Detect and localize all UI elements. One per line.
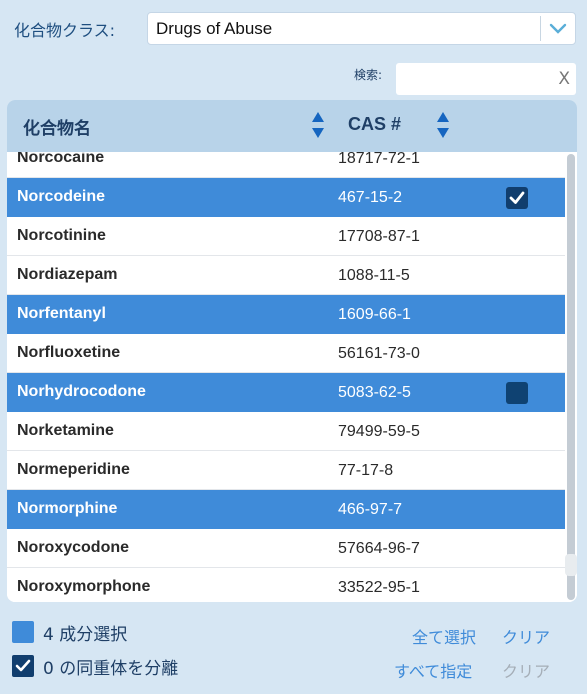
table-row[interactable]: Norfluoxetine 56161-73-0 — [7, 334, 565, 373]
isomers-separated-count: 0 の同重体を分離 — [43, 658, 179, 679]
compound-class-select[interactable]: Drugs of Abuse — [147, 12, 576, 45]
scrollbar-thumb[interactable] — [567, 154, 575, 600]
table-row[interactable]: Nordiazepam 1088-11-5 — [7, 256, 565, 295]
sort-icon[interactable] — [436, 111, 450, 139]
table-body: Norcocaine 18717-72-1 Norcodeine 467-15-… — [7, 152, 565, 602]
select-all-components-link[interactable]: 全て選択 — [412, 624, 476, 648]
vertical-scrollbar[interactable] — [565, 152, 577, 602]
table-row[interactable]: Noroxycodone 57664-96-7 — [7, 529, 565, 568]
compound-name: Normeperidine — [17, 461, 130, 478]
table-row[interactable]: Norcocaine 18717-72-1 — [7, 152, 565, 178]
search-box: X — [396, 63, 576, 95]
compound-name: Nordiazepam — [17, 266, 118, 283]
compound-name: Norfentanyl — [17, 305, 106, 322]
clear-isomers-link: クリア — [502, 662, 551, 681]
compound-name: Norketamine — [17, 422, 114, 439]
compound-class-value: Drugs of Abuse — [156, 18, 273, 38]
checkmark-icon[interactable] — [12, 655, 34, 677]
table-row[interactable]: Norcotinine 17708-87-1 — [7, 217, 565, 256]
cas-number: 1088-11-5 — [338, 267, 410, 284]
cas-number: 1609-66-1 — [338, 306, 411, 323]
table-row[interactable]: Noroxymorphone 33522-95-1 — [7, 568, 565, 602]
components-summary: 4 成分選択 — [12, 620, 128, 645]
compound-class-row: 化合物クラス: Drugs of Abuse — [14, 12, 576, 45]
components-selected-count: 4 成分選択 — [43, 624, 128, 645]
cas-number: 79499-59-5 — [338, 423, 420, 440]
cas-number: 18717-72-1 — [338, 152, 420, 167]
table-row[interactable]: Normorphine 466-97-7 — [7, 490, 565, 529]
cas-number: 77-17-8 — [338, 462, 394, 479]
select-all-isomers-link[interactable]: すべて指定 — [394, 658, 472, 682]
table-row[interactable]: Normeperidine 77-17-8 — [7, 451, 565, 490]
column-header-cas[interactable]: CAS # — [348, 114, 401, 135]
compound-name: Norcodeine — [17, 188, 106, 205]
table-row[interactable]: Norcodeine 467-15-2 — [7, 178, 565, 217]
table-header: 化合物名 CAS # — [7, 100, 577, 152]
clear-components-link[interactable]: クリア — [502, 624, 550, 648]
cas-number: 33522-95-1 — [338, 579, 420, 596]
cas-number: 467-15-2 — [338, 189, 403, 206]
cas-number: 57664-96-7 — [338, 540, 420, 557]
compound-name: Noroxycodone — [17, 539, 130, 556]
clear-search-icon[interactable]: X — [558, 69, 570, 89]
isomers-summary: 0 の同重体を分離 — [12, 654, 179, 679]
table-row[interactable]: Norhydrocodone 5083-62-5 — [7, 373, 565, 412]
chevron-down-icon[interactable] — [541, 12, 575, 45]
cas-number: 56161-73-0 — [338, 345, 420, 362]
cas-number: 466-97-7 — [338, 501, 403, 518]
compound-name: Norcotinine — [17, 227, 106, 244]
search-label: 検索: — [354, 68, 383, 82]
compound-table: 化合物名 CAS # Norcocaine 18717-72-1 Norcode… — [7, 100, 577, 602]
compound-name: Norfluoxetine — [17, 344, 121, 361]
compound-name: Noroxymorphone — [17, 578, 151, 595]
compound-name: Normorphine — [17, 500, 118, 517]
search-input[interactable] — [396, 63, 546, 95]
checkbox-icon[interactable] — [506, 382, 528, 404]
checkmark-icon[interactable] — [506, 187, 528, 209]
table-row[interactable]: Norfentanyl 1609-66-1 — [7, 295, 565, 334]
sort-icon[interactable] — [311, 111, 325, 139]
compound-class-label: 化合物クラス: — [14, 20, 116, 40]
scrollbar-handle[interactable] — [565, 554, 577, 576]
compound-name: Norcocaine — [17, 152, 105, 166]
components-swatch — [12, 621, 34, 643]
compound-name: Norhydrocodone — [17, 383, 146, 400]
column-header-name[interactable]: 化合物名 — [23, 114, 91, 139]
cas-number: 17708-87-1 — [338, 228, 420, 245]
cas-number: 5083-62-5 — [338, 384, 411, 401]
table-row[interactable]: Norketamine 79499-59-5 — [7, 412, 565, 451]
